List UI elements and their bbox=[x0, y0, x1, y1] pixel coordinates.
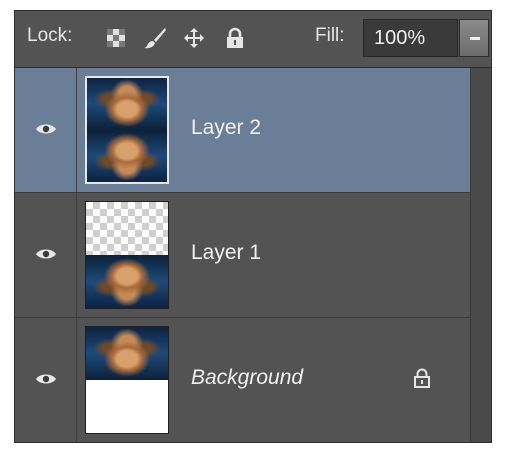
lock-icon[interactable] bbox=[413, 368, 431, 393]
eye-icon[interactable] bbox=[35, 247, 57, 266]
chevron-down-icon bbox=[470, 37, 480, 40]
layers-list: Layer 2 Layer 1 Background bbox=[15, 68, 491, 442]
portrait-reflection-thumbnail bbox=[87, 130, 167, 182]
lock-all-icon[interactable] bbox=[225, 27, 247, 49]
scrollbar[interactable] bbox=[470, 68, 491, 442]
layer-thumbnail[interactable] bbox=[85, 201, 169, 309]
transparency-checkerboard bbox=[86, 202, 168, 255]
lock-position-icon[interactable] bbox=[183, 27, 205, 49]
white-fill bbox=[86, 380, 168, 433]
visibility-column bbox=[15, 68, 77, 192]
fill-label: Fill: bbox=[315, 25, 345, 46]
eye-icon[interactable] bbox=[35, 372, 57, 391]
fill-input[interactable]: 100% bbox=[363, 19, 458, 57]
portrait-reflection-thumbnail bbox=[86, 255, 168, 308]
visibility-column bbox=[15, 193, 77, 317]
layers-toolbar: Lock: Fill: 100% bbox=[15, 11, 491, 68]
layer-row-layer-2[interactable]: Layer 2 bbox=[15, 68, 470, 193]
lock-image-pixels-icon[interactable] bbox=[143, 27, 166, 49]
layer-row-background[interactable]: Background bbox=[15, 318, 470, 442]
layers-panel: Lock: Fill: 100% Layer 2 Layer 1 Backgro… bbox=[14, 10, 492, 443]
layer-name[interactable]: Layer 2 bbox=[191, 116, 261, 140]
lock-transparent-pixels-icon[interactable] bbox=[105, 27, 127, 49]
eye-icon[interactable] bbox=[35, 122, 57, 141]
portrait-thumbnail bbox=[86, 327, 168, 380]
lock-label: Lock: bbox=[27, 25, 73, 46]
layer-name[interactable]: Background bbox=[191, 366, 303, 390]
layer-thumbnail[interactable] bbox=[85, 76, 169, 184]
layer-thumbnail[interactable] bbox=[85, 326, 169, 434]
layer-name[interactable]: Layer 1 bbox=[191, 241, 261, 265]
layer-row-layer-1[interactable]: Layer 1 bbox=[15, 193, 470, 318]
visibility-column bbox=[15, 318, 77, 442]
fill-dropdown-button[interactable] bbox=[459, 19, 489, 57]
portrait-thumbnail bbox=[87, 78, 167, 130]
